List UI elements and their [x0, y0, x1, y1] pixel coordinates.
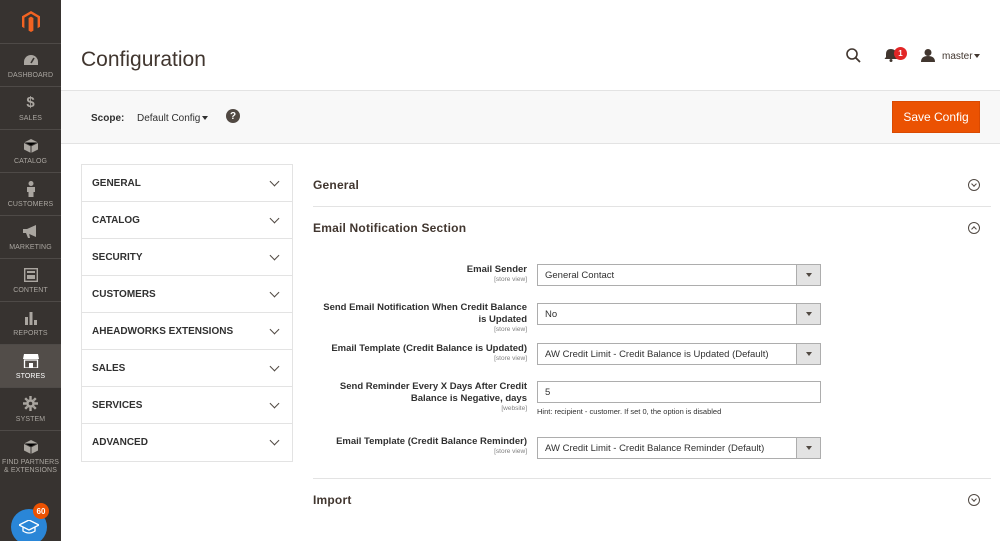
- expand-icon: [968, 179, 980, 191]
- nav-reports[interactable]: Reports: [0, 301, 61, 344]
- nav-label: Marketing: [9, 243, 52, 251]
- tab-label: SERVICES: [92, 399, 143, 411]
- tab-aheadworks-extensions[interactable]: AHEADWORKS EXTENSIONS: [82, 313, 292, 350]
- onboarding-badge: 60: [33, 503, 49, 519]
- notification-count-badge: 1: [894, 47, 907, 60]
- dropdown-arrow-icon: [796, 304, 820, 324]
- bar-chart-icon: [24, 309, 38, 327]
- tab-label: SECURITY: [92, 251, 143, 263]
- user-icon[interactable]: [921, 49, 935, 67]
- template-updated-label: Email Template (Credit Balance is Update…: [331, 343, 527, 362]
- scope-label: Scope:: [91, 113, 125, 124]
- tab-customers[interactable]: CUSTOMERS: [82, 276, 292, 313]
- nav-content[interactable]: Content: [0, 258, 61, 301]
- layout-icon: [23, 266, 38, 284]
- reminder-days-hint: Hint: recipient - customer. If set 0, th…: [537, 407, 722, 416]
- nav-label: Catalog: [13, 157, 48, 165]
- send-notification-label: Send Email Notification When Credit Bala…: [323, 302, 527, 333]
- expand-icon: [968, 494, 980, 506]
- dashboard-icon: [23, 51, 39, 69]
- email-sender-select[interactable]: General Contact: [537, 264, 821, 286]
- section-import[interactable]: Import: [313, 479, 991, 521]
- section-email-notification[interactable]: Email Notification Section: [313, 207, 991, 249]
- template-updated-select[interactable]: AW Credit Limit - Credit Balance is Upda…: [537, 343, 821, 365]
- tab-label: CATALOG: [92, 214, 140, 226]
- reminder-days-label: Send Reminder Every X Days After Credit …: [339, 381, 527, 412]
- tab-catalog[interactable]: CATALOG: [82, 202, 292, 239]
- tab-advanced[interactable]: ADVANCED: [82, 424, 292, 461]
- person-icon: [26, 180, 36, 198]
- page-title: Configuration: [81, 48, 206, 71]
- gear-icon: [23, 395, 38, 413]
- email-sender-label: Email Sender [store view]: [466, 264, 527, 283]
- tab-general[interactable]: GENERAL: [82, 165, 292, 202]
- tab-label: SALES: [92, 362, 126, 374]
- nav-label: Reports: [13, 329, 48, 337]
- nav-label: Content: [13, 286, 48, 294]
- nav-catalog[interactable]: Catalog: [0, 129, 61, 172]
- box-icon: [23, 438, 38, 456]
- chevron-down-icon: [269, 435, 280, 446]
- nav-find-partners[interactable]: Find Partners & Extensions: [0, 430, 61, 482]
- collapse-icon: [968, 222, 980, 234]
- store-icon: [22, 352, 39, 370]
- tab-label: CUSTOMERS: [92, 288, 156, 300]
- section-title: Email Notification Section: [313, 221, 467, 235]
- nav-label: System: [15, 415, 46, 423]
- nav-label: Find Partners & Extensions: [1, 459, 60, 474]
- user-menu-caret-icon[interactable]: [974, 54, 980, 58]
- tab-label: ADVANCED: [92, 437, 148, 448]
- chevron-down-icon: [269, 287, 280, 297]
- chevron-down-icon: [269, 176, 280, 186]
- chevron-down-icon: [269, 361, 280, 371]
- graduation-cap-icon: [19, 520, 39, 534]
- nav-stores[interactable]: Stores: [0, 344, 61, 387]
- help-icon[interactable]: ?: [226, 109, 240, 123]
- dropdown-arrow-icon: [796, 265, 820, 285]
- dropdown-arrow-icon: [796, 438, 820, 458]
- tab-services[interactable]: SERVICES: [82, 387, 292, 424]
- section-title: General: [313, 178, 360, 192]
- magento-logo[interactable]: [0, 0, 61, 43]
- megaphone-icon: [22, 223, 39, 241]
- dropdown-arrow-icon: [796, 344, 820, 364]
- search-icon[interactable]: [846, 48, 861, 68]
- nav-label: Customers: [7, 200, 54, 208]
- chevron-down-icon: [269, 250, 280, 260]
- send-notification-select[interactable]: No: [537, 303, 821, 325]
- nav-dashboard[interactable]: Dashboard: [0, 43, 61, 86]
- section-general[interactable]: General: [313, 164, 991, 206]
- dollar-icon: $: [26, 94, 35, 111]
- scope-bar: Scope: Default Config ? Save Config: [61, 90, 1000, 144]
- nav-label: Sales: [18, 114, 43, 122]
- nav-sales[interactable]: $ Sales: [0, 86, 61, 129]
- nav-label: Stores: [15, 372, 46, 380]
- chevron-down-icon: [269, 324, 280, 334]
- admin-sidebar: Dashboard $ Sales Catalog Customers Mark…: [0, 0, 61, 541]
- chevron-down-icon: [269, 213, 280, 223]
- nav-marketing[interactable]: Marketing: [0, 215, 61, 258]
- template-reminder-select[interactable]: AW Credit Limit - Credit Balance Reminde…: [537, 437, 821, 459]
- config-tabs: GENERAL CATALOG SECURITY CUSTOMERS AHEAD…: [81, 164, 293, 462]
- scope-switcher[interactable]: Default Config: [137, 113, 200, 124]
- tab-security[interactable]: SECURITY: [82, 239, 292, 276]
- tab-label: GENERAL: [92, 177, 141, 189]
- user-name[interactable]: master: [942, 51, 973, 62]
- reminder-days-input[interactable]: [537, 381, 821, 403]
- scope-caret-icon[interactable]: [202, 116, 208, 120]
- tab-sales[interactable]: SALES: [82, 350, 292, 387]
- template-reminder-label: Email Template (Credit Balance Reminder)…: [336, 436, 527, 455]
- magento-logo-icon: [21, 11, 40, 32]
- cube-icon: [23, 137, 38, 155]
- section-title: Import: [313, 493, 352, 507]
- nav-label: Dashboard: [7, 71, 54, 79]
- chevron-down-icon: [269, 398, 280, 408]
- nav-customers[interactable]: Customers: [0, 172, 61, 215]
- tab-label: AHEADWORKS EXTENSIONS: [92, 325, 234, 337]
- nav-system[interactable]: System: [0, 387, 61, 430]
- save-config-button[interactable]: Save Config: [892, 101, 980, 133]
